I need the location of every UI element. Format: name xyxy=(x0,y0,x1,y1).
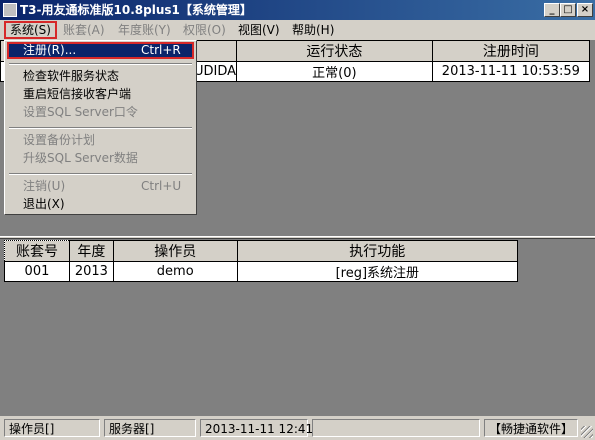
resize-grip[interactable] xyxy=(581,426,593,438)
menu-item-label: 注销(U) xyxy=(23,179,66,193)
menu-help[interactable]: 帮助(H) xyxy=(288,21,338,39)
col-header-register-time[interactable]: 注册时间 xyxy=(431,40,591,62)
status-server: 服务器[] xyxy=(104,419,196,437)
menu-item-backup-plan[interactable]: 设置备份计划 xyxy=(7,132,194,149)
status-empty-panel xyxy=(312,419,480,437)
menu-item-shortcut: Ctrl+R xyxy=(141,43,181,57)
menu-separator xyxy=(9,63,192,65)
status-brand: 【畅捷通软件】 xyxy=(484,419,578,437)
status-bar: 操作员[] 服务器[] 2013-11-11 12:41 【畅捷通软件】 xyxy=(0,416,595,440)
menu-permissions[interactable]: 权限(O) xyxy=(179,21,230,39)
tasks-header-row: 账套号 年度 操作员 执行功能 xyxy=(4,240,519,262)
close-button[interactable]: × xyxy=(577,3,593,17)
status-datetime: 2013-11-11 12:41 xyxy=(200,419,313,437)
menu-item-check-service[interactable]: 检查软件服务状态 xyxy=(7,68,194,85)
menu-item-label: 升级SQL Server数据 xyxy=(23,151,138,165)
cell-operator: demo xyxy=(112,261,238,282)
menu-annual-account[interactable]: 年度账(Y) xyxy=(114,21,175,39)
col-header-function[interactable]: 执行功能 xyxy=(236,240,519,262)
col-header-run-status[interactable]: 运行状态 xyxy=(236,40,433,62)
status-operator: 操作员[] xyxy=(4,419,100,437)
menu-item-label: 重启短信接收客户端 xyxy=(23,87,132,101)
menu-item-label: 检查软件服务状态 xyxy=(23,69,120,83)
cell-function: [reg]系统注册 xyxy=(236,261,519,282)
menu-item-logout[interactable]: 注销(U) Ctrl+U xyxy=(7,178,194,195)
app-icon xyxy=(3,3,17,17)
menu-view[interactable]: 视图(V) xyxy=(234,21,284,39)
cell-account-no: 001 xyxy=(4,261,70,282)
minimize-button[interactable]: _ xyxy=(544,3,560,17)
menu-item-upgrade-sql[interactable]: 升级SQL Server数据 xyxy=(7,150,194,167)
tasks-table: 账套号 年度 操作员 执行功能 001 2013 demo [reg]系统注册 xyxy=(4,240,519,282)
menu-item-register[interactable]: 注册(R)... Ctrl+R xyxy=(7,42,194,59)
system-dropdown-menu: 注册(R)... Ctrl+R 检查软件服务状态 重启短信接收客户端 设置SQL… xyxy=(4,40,197,215)
pane-splitter[interactable] xyxy=(0,236,595,239)
menu-item-label: 设置备份计划 xyxy=(23,133,96,147)
col-header-account-no[interactable]: 账套号 xyxy=(4,240,70,262)
window-title: T3-用友通标准版10.8plus1【系统管理】 xyxy=(20,3,252,17)
menu-account-set[interactable]: 账套(A) xyxy=(59,21,109,39)
menu-item-label: 注册(R)... xyxy=(23,43,77,57)
table-row[interactable]: 001 2013 demo [reg]系统注册 xyxy=(4,261,519,282)
menu-item-exit[interactable]: 退出(X) xyxy=(7,196,194,213)
menu-bar: 系统(S) 账套(A) 年度账(Y) 权限(O) 视图(V) 帮助(H) xyxy=(0,20,595,40)
title-bar[interactable]: T3-用友通标准版10.8plus1【系统管理】 _ □ × xyxy=(0,0,595,20)
cell-year: 2013 xyxy=(68,261,114,282)
menu-separator xyxy=(9,173,192,175)
menu-item-label: 退出(X) xyxy=(23,197,65,211)
menu-system[interactable]: 系统(S) xyxy=(4,21,57,39)
menu-item-label: 设置SQL Server口令 xyxy=(23,105,138,119)
cell-register-time: 2013-11-11 10:53:59 xyxy=(431,61,591,82)
menu-item-shortcut: Ctrl+U xyxy=(141,179,182,193)
restore-button[interactable]: □ xyxy=(560,3,576,17)
col-header-year[interactable]: 年度 xyxy=(68,240,114,262)
menu-item-restart-sms[interactable]: 重启短信接收客户端 xyxy=(7,86,194,103)
cell-run-status: 正常(0) xyxy=(236,61,433,82)
col-header-operator[interactable]: 操作员 xyxy=(112,240,238,262)
menu-separator xyxy=(9,127,192,129)
menu-item-set-sql-password[interactable]: 设置SQL Server口令 xyxy=(7,104,194,121)
